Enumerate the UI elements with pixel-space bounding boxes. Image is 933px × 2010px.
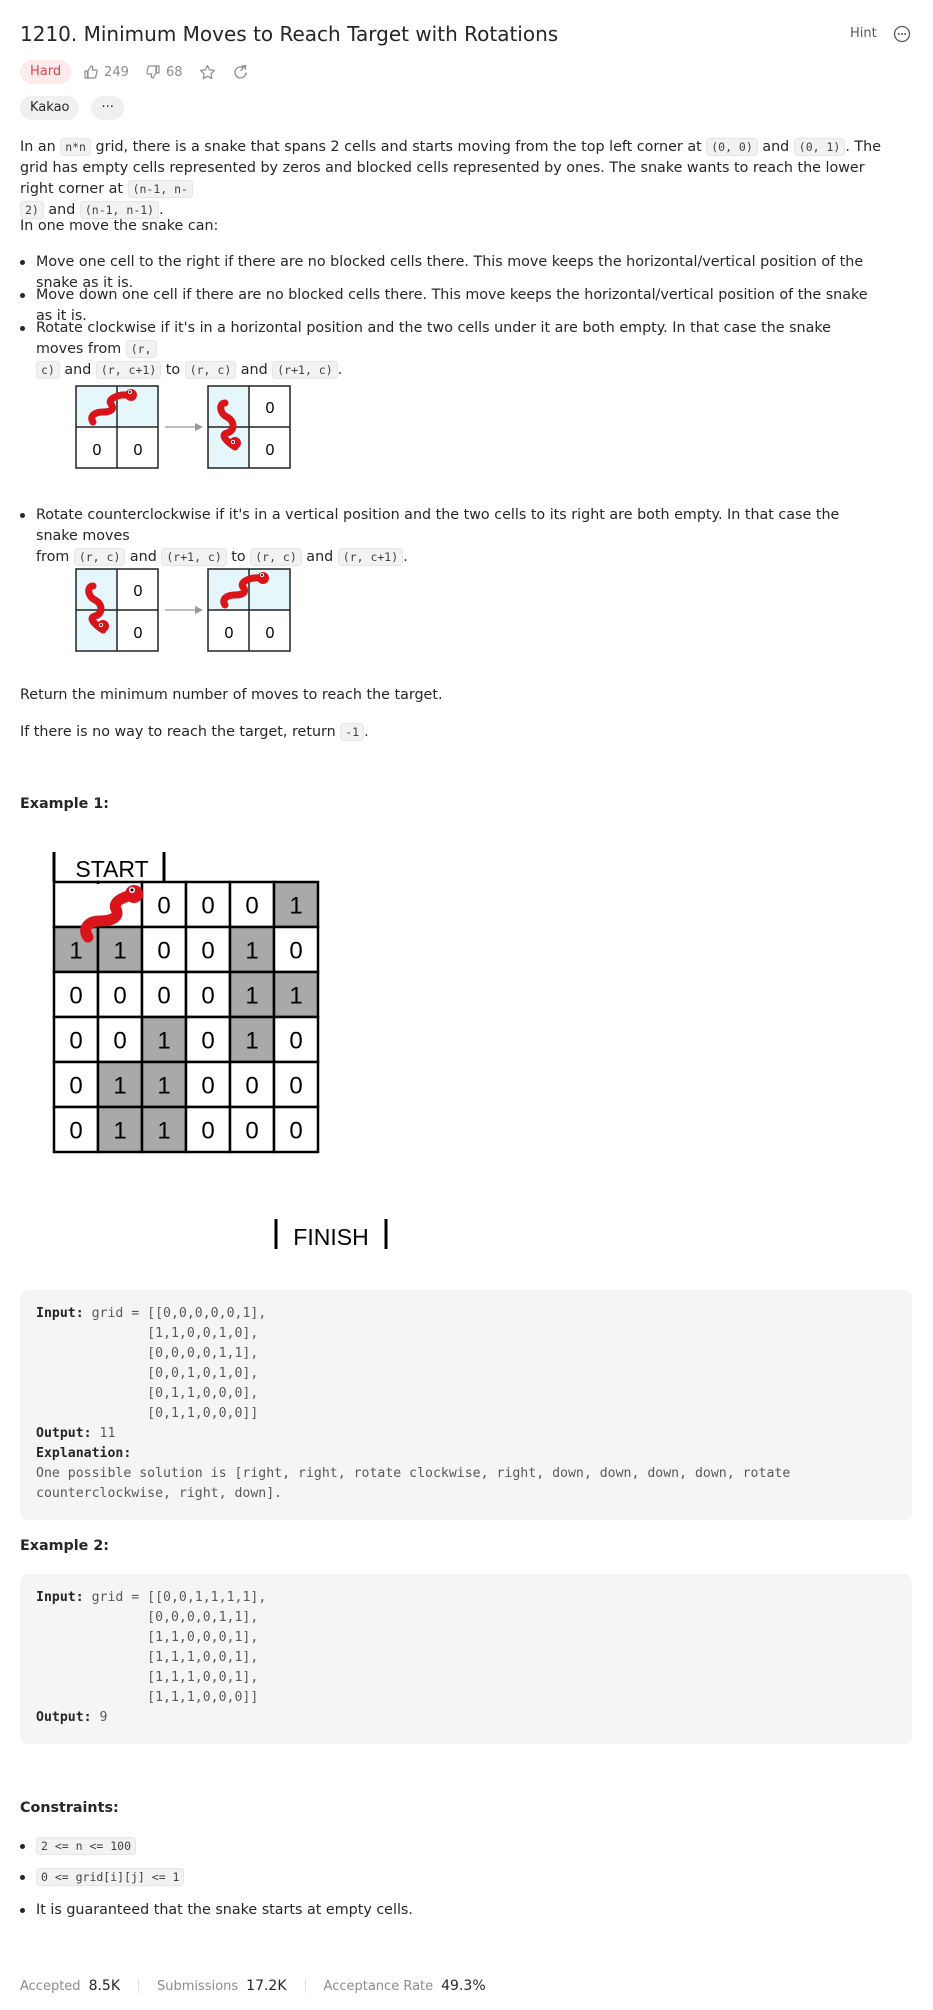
problem-title: 1210. Minimum Moves to Reach Target with…	[20, 22, 559, 46]
grid-cell-value: 0	[69, 1118, 82, 1145]
grid-cell-value: 0	[201, 983, 214, 1010]
constraint-item: It is guaranteed that the snake starts a…	[20, 1900, 880, 1921]
grid-cell-value: 1	[245, 983, 258, 1010]
grid-cell-value: 0	[245, 1118, 258, 1145]
stats-bar: Accepted 8.5K Submissions 17.2K Acceptan…	[20, 1978, 504, 1994]
company-tag[interactable]: Kakao	[20, 96, 80, 120]
grid-cell-value: 1	[157, 1073, 170, 1100]
rule-item: Rotate clockwise if it's in a horizontal…	[20, 318, 880, 381]
constraints-heading: Constraints:	[20, 1800, 119, 1816]
accepted-value: 8.5K	[88, 1978, 121, 1994]
svg-text:0: 0	[266, 442, 275, 459]
example-2-heading: Example 2:	[20, 1538, 110, 1554]
like-button[interactable]: 249	[83, 64, 129, 80]
grid-cell-value: 1	[113, 938, 126, 965]
dislike-count: 68	[165, 64, 183, 80]
example-1-heading: Example 1:	[20, 796, 110, 812]
start-label: START	[75, 856, 148, 882]
moves-intro: In one move the snake can:	[20, 218, 219, 234]
grid-cell-value: 1	[245, 938, 258, 965]
example-1-code-block: Input: grid = [[0,0,0,0,0,1], [1,1,0,0,1…	[20, 1290, 912, 1520]
counterclockwise-rotation-figure: 0 0 0 0	[75, 568, 291, 652]
grid-cell-value: 0	[245, 893, 258, 920]
grid-cell-value: 0	[201, 1073, 214, 1100]
problem-page: { "header": { "title": "1210. Minimum Mo…	[0, 0, 933, 2010]
acceptance-rate-label: Acceptance Rate	[323, 1978, 434, 1994]
thumbs-up-icon	[84, 65, 98, 79]
share-button[interactable]	[232, 64, 249, 81]
description-paragraph: In an n*n grid, there is a snake that sp…	[20, 138, 882, 219]
grid-cell-value: 1	[157, 1028, 170, 1055]
svg-text:0: 0	[134, 625, 143, 642]
submissions-label: Submissions	[157, 1978, 239, 1994]
svg-text:0: 0	[266, 400, 275, 417]
hint-button[interactable]: Hint	[850, 26, 877, 41]
favorite-button[interactable]	[199, 64, 216, 81]
svg-text:0: 0	[134, 442, 143, 459]
grid-cell-value: 0	[201, 1118, 214, 1145]
tag-row: Kakao ···	[20, 96, 136, 120]
example-2-code-block: Input: grid = [[0,0,1,1,1,1], [0,0,0,0,1…	[20, 1574, 912, 1744]
grid-cell-value: 1	[289, 983, 302, 1010]
rule-item: Rotate counterclockwise if it's in a ver…	[20, 505, 880, 568]
svg-text:0: 0	[93, 442, 102, 459]
grid-cell-value: 0	[245, 1073, 258, 1100]
accepted-label: Accepted	[20, 1978, 81, 1994]
example-1-grid-figure: START 0 0 0 1 1 1 0 0 1 0 0 0 0 0 1 1 0 0 1 0 1 0 0 1 1 0 0 0 0 1 1 0 0 0…	[52, 852, 388, 1249]
grid-cell-value: 1	[289, 893, 302, 920]
grid-cell-value: 0	[69, 983, 82, 1010]
grid-cell-value: 1	[69, 938, 82, 965]
grid-cell-value: 0	[201, 938, 214, 965]
grid-cell-value: 0	[157, 983, 170, 1010]
dislike-button[interactable]: 68	[145, 64, 183, 80]
constraint-item: 0 <= grid[i][j] <= 1	[20, 1867, 880, 1888]
grid-cell-value: 0	[289, 1118, 302, 1145]
acceptance-rate-value: 49.3%	[441, 1978, 486, 1994]
constraint-item: 2 <= n <= 100	[20, 1836, 880, 1857]
finish-label: FINISH	[293, 1224, 368, 1249]
grid-cell-value: 0	[69, 1028, 82, 1055]
share-icon	[233, 64, 247, 79]
grid-cell-value: 1	[113, 1118, 126, 1145]
grid-cell-value: 0	[113, 983, 126, 1010]
clockwise-rotation-figure: 0 0 0 0	[75, 385, 291, 469]
difficulty-badge: Hard	[20, 60, 72, 84]
grid-cell-value: 0	[113, 1028, 126, 1055]
grid-cell-value: 0	[201, 893, 214, 920]
more-tags-button[interactable]: ···	[91, 96, 124, 120]
grid-cell-value: 0	[289, 1028, 302, 1055]
more-options-icon[interactable]	[893, 25, 911, 43]
svg-text:0: 0	[225, 625, 234, 642]
grid-cell-value: 1	[113, 1073, 126, 1100]
meta-row: Hard 249 68	[20, 59, 265, 85]
svg-text:0: 0	[134, 583, 143, 600]
grid-cell-value: 1	[245, 1028, 258, 1055]
grid-cell-value: 0	[157, 938, 170, 965]
grid-cell-value: 0	[289, 938, 302, 965]
grid-cell-value: 1	[157, 1118, 170, 1145]
grid-cell-value: 0	[69, 1073, 82, 1100]
no-path-instruction: If there is no way to reach the target, …	[20, 723, 369, 741]
grid-cell-value: 0	[201, 1028, 214, 1055]
grid-cell-value: 0	[289, 1073, 302, 1100]
star-icon	[199, 64, 215, 79]
svg-text:0: 0	[266, 625, 275, 642]
thumbs-down-icon	[146, 65, 160, 79]
return-instruction: Return the minimum number of moves to re…	[20, 687, 443, 703]
submissions-value: 17.2K	[246, 1978, 287, 1994]
like-count: 249	[104, 64, 129, 80]
grid-cell-value: 0	[157, 893, 170, 920]
